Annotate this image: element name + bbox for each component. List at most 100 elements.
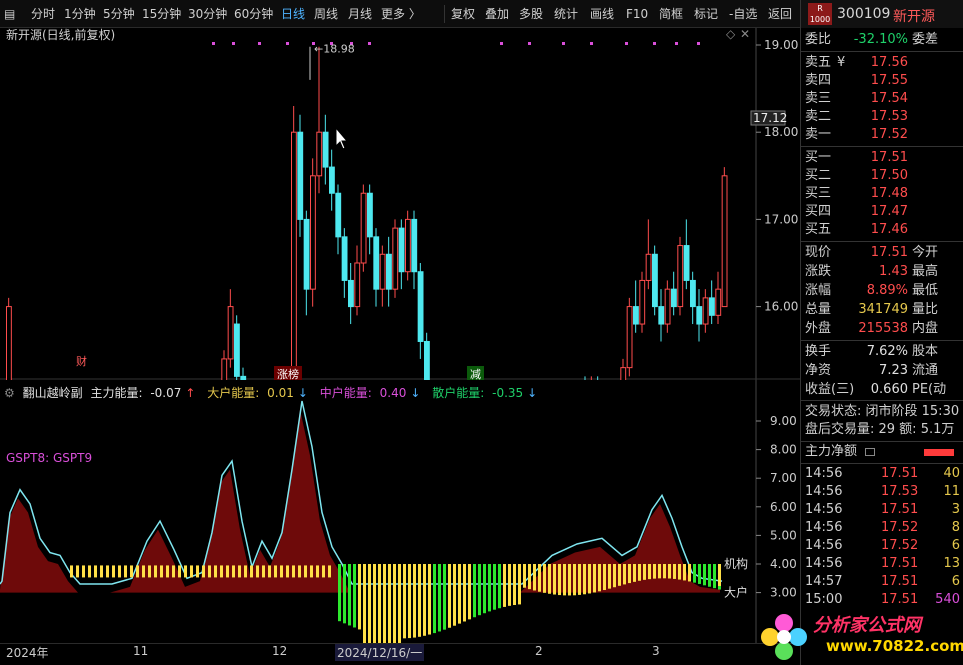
btn-fanhui[interactable]: 返回 <box>768 6 792 22</box>
btn-duogu[interactable]: 多股 <box>519 6 543 22</box>
signal-dot <box>258 42 261 45</box>
buy-level-row[interactable]: 买四 17.47 <box>801 203 963 221</box>
candle-body <box>227 306 234 360</box>
btn-zixuan[interactable]: -自选 <box>729 6 757 22</box>
candle-body <box>6 306 12 380</box>
energy-bar <box>443 564 446 630</box>
candle-body <box>702 297 709 325</box>
energy-bar <box>628 564 631 584</box>
quote-row: 收益(三) 0.660 PE(动 <box>801 381 963 399</box>
energy-bar-small <box>226 565 229 578</box>
close-icon[interactable]: ✕ <box>740 27 750 41</box>
candle-body <box>721 175 728 308</box>
tick-price: 17.51 <box>881 502 919 517</box>
buy-level-row[interactable]: 买二 17.50 <box>801 167 963 185</box>
candle-body <box>386 253 392 290</box>
price-tick-label: 18.00 <box>764 125 798 139</box>
period-tab-day[interactable]: 日线 <box>281 6 305 22</box>
candle-body <box>310 175 316 290</box>
net-flow-row[interactable]: 主力净额 <box>801 443 963 461</box>
sub-tick-label: 7.00 <box>770 471 797 485</box>
candle-body <box>709 297 715 316</box>
candle-body <box>664 288 671 325</box>
energy-bar-small <box>178 565 181 578</box>
btn-tongji[interactable]: 统计 <box>554 6 578 22</box>
period-tab-more[interactable]: 更多 〉 <box>381 6 421 22</box>
sell-level-row[interactable]: 卖五 ¥17.56 <box>801 54 963 72</box>
quote-label: 净资 <box>805 363 832 378</box>
energy-bar <box>663 564 666 579</box>
candle-body <box>424 340 430 380</box>
tick-price: 17.51 <box>881 466 919 481</box>
sell-level-row[interactable]: 卖二 17.53 <box>801 108 963 126</box>
tick-row: 14:56 17.53 11 <box>801 483 963 501</box>
quote-row: 涨幅 8.89% 最低 <box>801 282 963 300</box>
retail-energy-label: 散户能量: <box>432 386 485 400</box>
btn-biaoji[interactable]: 标记 <box>694 6 718 22</box>
list-icon[interactable] <box>865 448 875 456</box>
quote-value: 0.660 <box>870 382 908 397</box>
period-tab-fenshi[interactable]: 分时 <box>31 6 55 22</box>
main-energy-label: 主力能量: <box>90 386 143 400</box>
candle-body <box>633 306 639 325</box>
energy-bar-small <box>112 565 115 578</box>
retail-energy-value: -0.35 <box>492 386 524 400</box>
sell-level-price: 17.55 <box>870 73 908 88</box>
net-flow-label: 主力净额 <box>805 444 858 459</box>
quote-label: 换手 <box>805 344 832 359</box>
period-tab-5min[interactable]: 5分钟 <box>103 6 135 22</box>
weibi-label: 委比 <box>805 32 832 47</box>
energy-bar-last <box>718 564 721 586</box>
period-tab-60min[interactable]: 60分钟 <box>234 6 273 22</box>
energy-bar <box>428 564 431 635</box>
signal-dot <box>697 42 700 45</box>
energy-bar-small <box>196 565 199 578</box>
period-tab-15min[interactable]: 15分钟 <box>142 6 181 22</box>
kline-chart[interactable]: 19.0018.0017.0016.0015.0014.0013.0012.00… <box>0 28 800 380</box>
period-tab-month[interactable]: 月线 <box>348 6 372 22</box>
energy-bar-small <box>172 565 175 578</box>
btn-huaxian[interactable]: 画线 <box>590 6 614 22</box>
buy-level-row[interactable]: 买五 17.46 <box>801 221 963 239</box>
sell-level-row[interactable]: 卖三 17.54 <box>801 90 963 108</box>
x-label: 2 <box>535 644 543 658</box>
sell-level-row[interactable]: 卖四 17.55 <box>801 72 963 90</box>
candle-body <box>341 236 348 281</box>
period-tab-week[interactable]: 周线 <box>314 6 338 22</box>
current-price-label: 17.12 <box>753 111 787 125</box>
indicator-chart[interactable]: 9.00 8.00 7.00 6.00 5.00 4.00 3.00 机构大户 <box>0 380 800 643</box>
price-tick-label: 16.00 <box>764 300 798 314</box>
energy-bar-small <box>130 565 133 578</box>
candle-body <box>639 279 646 325</box>
settings-icon[interactable]: ⚙ <box>4 386 15 400</box>
x-label: 2024年 <box>6 646 49 660</box>
energy-bar-small <box>88 565 91 578</box>
quote-label: 涨跌 <box>805 264 832 279</box>
indicator-name[interactable]: 翻山越岭副 <box>23 386 83 400</box>
period-tab-30min[interactable]: 30分钟 <box>188 6 227 22</box>
energy-bar <box>523 564 526 588</box>
btn-jiankuang[interactable]: 简框 <box>659 6 683 22</box>
period-tab-1min[interactable]: 1分钟 <box>64 6 96 22</box>
btn-diejia[interactable]: 叠加 <box>485 6 509 22</box>
buy-level-row[interactable]: 买三 17.48 <box>801 185 963 203</box>
energy-bar-small <box>154 565 157 578</box>
buy-level-row[interactable]: 买一 17.51 <box>801 149 963 167</box>
candle-body <box>677 245 684 308</box>
btn-fuquan[interactable]: 复权 <box>451 6 475 22</box>
btn-f10[interactable]: F10 <box>626 6 648 22</box>
signal-dot <box>368 42 371 45</box>
tick-row: 14:56 17.51 13 <box>801 555 963 573</box>
quote-value: 1.43 <box>879 264 908 279</box>
energy-bar <box>453 564 456 626</box>
buy-level-label: 买二 <box>805 168 832 183</box>
sell-level-row[interactable]: 卖一 17.52 <box>801 126 963 144</box>
menu-icon[interactable]: ▤ <box>4 6 15 22</box>
net-flow-bar <box>924 449 954 456</box>
diamond-icon[interactable]: ◇ <box>726 27 735 41</box>
energy-bar <box>703 564 706 586</box>
badge-letter: R <box>817 4 823 13</box>
after-hours: 盘后交易量: 29 额: 5.1万 <box>801 421 963 439</box>
signal-dot <box>528 42 531 45</box>
big-holder-label: 大户 <box>724 585 748 600</box>
